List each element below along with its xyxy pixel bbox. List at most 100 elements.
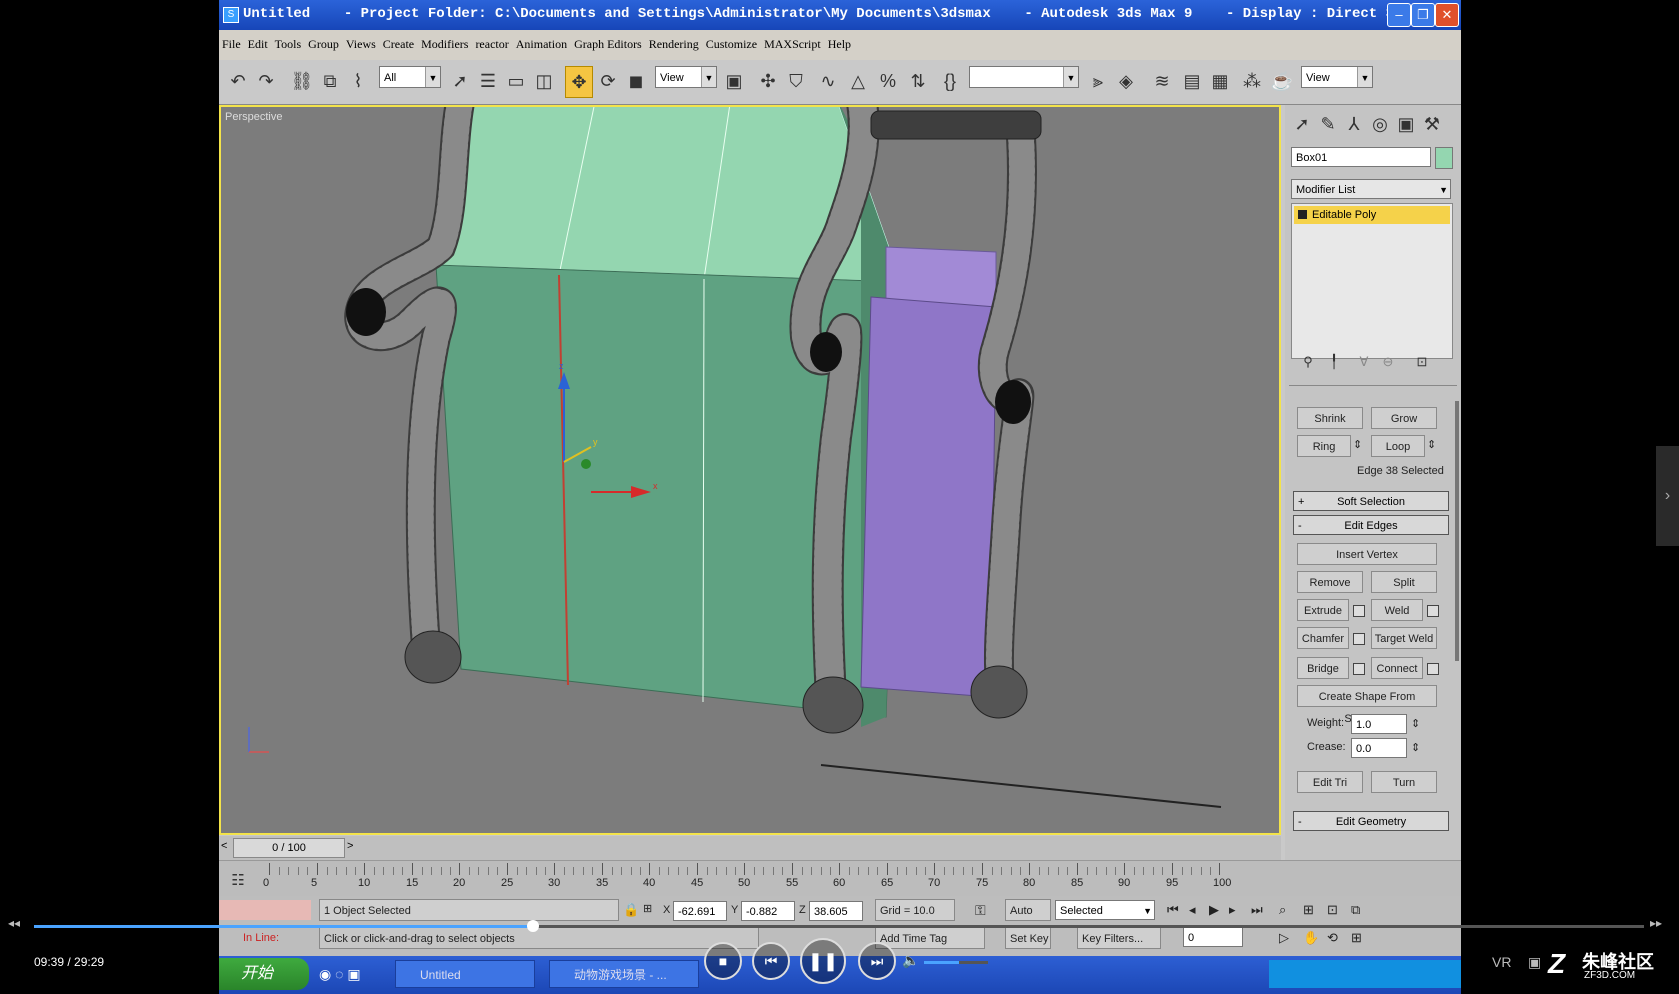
menu-animation[interactable]: Animation bbox=[516, 37, 567, 52]
absolute-mode-icon[interactable]: ⊞ bbox=[643, 902, 652, 915]
bridge-settings-icon[interactable] bbox=[1353, 663, 1365, 675]
motion-tab-icon[interactable]: ◎ bbox=[1367, 109, 1393, 139]
minimize-button[interactable]: – bbox=[1387, 3, 1411, 27]
snap-toggle-icon[interactable]: ∿ bbox=[815, 66, 841, 96]
soft-selection-rollout[interactable]: + Soft Selection bbox=[1293, 491, 1449, 511]
panel-scrollbar[interactable] bbox=[1455, 401, 1459, 661]
select-link-icon[interactable]: ⛓ bbox=[289, 66, 315, 96]
stack-expand-icon[interactable] bbox=[1298, 210, 1307, 219]
menu-maxscript[interactable]: MAXScript bbox=[764, 37, 821, 52]
menu-customize[interactable]: Customize bbox=[706, 37, 757, 52]
go-to-start-icon[interactable]: ⏮ bbox=[1167, 902, 1179, 918]
crease-spinner-icon[interactable]: ⇕ bbox=[1411, 741, 1420, 754]
connect-button[interactable]: Connect bbox=[1371, 657, 1423, 679]
spinner-snap-icon[interactable]: ⇅ bbox=[905, 66, 931, 96]
chamfer-settings-icon[interactable] bbox=[1353, 633, 1365, 645]
menu-group[interactable]: Group bbox=[308, 37, 339, 52]
edit-edges-rollout[interactable]: - Edit Edges bbox=[1293, 515, 1449, 535]
mini-curve-editor-icon[interactable]: ☷ bbox=[225, 865, 251, 895]
weld-button[interactable]: Weld bbox=[1371, 599, 1423, 621]
stop-button[interactable]: ■ bbox=[704, 942, 742, 980]
play-icon[interactable]: ▶ bbox=[1209, 902, 1219, 918]
ring-button[interactable]: Ring bbox=[1297, 435, 1351, 457]
auto-key-button[interactable]: Auto Key bbox=[1005, 899, 1051, 939]
maximize-viewport-icon[interactable]: ⊞ bbox=[1351, 930, 1362, 946]
key-filters-button[interactable]: Key Filters... bbox=[1077, 927, 1161, 949]
perspective-viewport[interactable]: z x y Perspective bbox=[219, 105, 1281, 835]
taskbar-item-untitled[interactable]: Untitled bbox=[395, 960, 535, 988]
render-scene-icon[interactable]: ☕ bbox=[1269, 66, 1295, 96]
shrink-button[interactable]: Shrink bbox=[1297, 407, 1363, 429]
connect-settings-icon[interactable] bbox=[1427, 663, 1439, 675]
menu-rendering[interactable]: Rendering bbox=[649, 37, 699, 52]
menu-reactor[interactable]: reactor bbox=[475, 37, 508, 52]
volume-icon[interactable]: 🔈 bbox=[902, 952, 919, 969]
rect-selection-icon[interactable]: ▭ bbox=[503, 66, 529, 96]
orbit-icon[interactable]: ⟲ bbox=[1327, 930, 1338, 946]
frame-indicator[interactable]: 0 / 100 bbox=[233, 838, 345, 858]
viewport-label[interactable]: Perspective bbox=[225, 111, 282, 123]
create-tab-icon[interactable]: ➚ bbox=[1289, 109, 1315, 139]
pin-stack-icon[interactable]: ⚲ bbox=[1295, 347, 1321, 377]
fov-icon[interactable]: ▷ bbox=[1279, 930, 1289, 946]
z-coordinate-field[interactable]: 38.605 bbox=[809, 901, 863, 921]
select-by-name-icon[interactable]: ☰ bbox=[475, 66, 501, 96]
reference-coord-dropdown[interactable]: View ▼ bbox=[655, 66, 717, 88]
menu-views[interactable]: Views bbox=[346, 37, 376, 52]
insert-vertex-button[interactable]: Insert Vertex bbox=[1297, 543, 1437, 565]
weld-settings-icon[interactable] bbox=[1427, 605, 1439, 617]
previous-button[interactable]: ⏮ bbox=[752, 942, 790, 980]
vr-button[interactable]: VR bbox=[1492, 954, 1511, 970]
hierarchy-tab-icon[interactable]: ⅄ bbox=[1341, 109, 1367, 139]
align-icon[interactable]: ◈ bbox=[1113, 66, 1139, 96]
menu-help[interactable]: Help bbox=[828, 37, 851, 52]
modify-tab-icon[interactable]: ✎ bbox=[1315, 109, 1341, 139]
modifier-list-dropdown[interactable]: Modifier List ▼ bbox=[1291, 179, 1451, 199]
menu-graph-editors[interactable]: Graph Editors bbox=[574, 37, 642, 52]
remove-button[interactable]: Remove bbox=[1297, 571, 1363, 593]
next-frame-icon[interactable]: ▸ bbox=[1229, 902, 1236, 918]
ring-spinner-icon[interactable]: ⇕ bbox=[1353, 438, 1362, 451]
select-object-icon[interactable]: ➚ bbox=[447, 66, 473, 96]
material-editor-icon[interactable]: ⁂ bbox=[1239, 66, 1265, 96]
loop-spinner-icon[interactable]: ⇕ bbox=[1427, 438, 1436, 451]
current-frame-field[interactable]: 0 bbox=[1183, 927, 1243, 947]
side-panel-toggle[interactable]: › bbox=[1656, 446, 1679, 546]
y-coordinate-field[interactable]: -0.882 bbox=[741, 901, 795, 921]
key-mode-dropdown[interactable]: Selected ▼ bbox=[1055, 900, 1155, 920]
loop-button[interactable]: Loop bbox=[1371, 435, 1425, 457]
crease-field[interactable]: 0.0 bbox=[1351, 738, 1407, 758]
configure-sets-icon[interactable]: ⊡ bbox=[1409, 347, 1435, 377]
object-name-field[interactable]: Box01 bbox=[1291, 147, 1431, 167]
go-to-end-icon[interactable]: ⏭ bbox=[1251, 902, 1263, 918]
edit-named-selection-icon[interactable]: {} bbox=[937, 66, 963, 96]
pivot-center-icon[interactable]: ▣ bbox=[721, 66, 747, 96]
selection-filter-dropdown[interactable]: All ▼ bbox=[379, 66, 441, 88]
zoom-all-icon[interactable]: ⊞ bbox=[1303, 902, 1314, 918]
rotate-icon[interactable]: ⟳ bbox=[595, 66, 621, 96]
angle-snap-icon[interactable]: △ bbox=[845, 66, 871, 96]
menu-modifiers[interactable]: Modifiers bbox=[421, 37, 468, 52]
progress-knob[interactable] bbox=[527, 920, 540, 932]
add-time-tag[interactable]: Add Time Tag bbox=[875, 927, 985, 949]
render-type-dropdown[interactable]: View ▼ bbox=[1301, 66, 1373, 88]
target-weld-button[interactable]: Target Weld bbox=[1371, 627, 1437, 649]
keyboard-shortcut-icon[interactable]: ⛉ bbox=[783, 66, 809, 96]
pip-icon[interactable]: ▣ bbox=[1528, 954, 1541, 971]
track-bar[interactable]: ☷ 0 5 10 15 20 25 30 35 40 45 50 55 60 65 70 75 80 85 90 95… bbox=[219, 860, 1461, 897]
zoom-icon[interactable]: ⌕ bbox=[1279, 902, 1286, 918]
weight-field[interactable]: 1.0 bbox=[1351, 714, 1407, 734]
key-icon[interactable]: ⚿ bbox=[975, 902, 986, 919]
edit-geometry-rollout[interactable]: - Edit Geometry bbox=[1293, 811, 1449, 831]
chamfer-button[interactable]: Chamfer bbox=[1297, 627, 1349, 649]
extrude-button[interactable]: Extrude bbox=[1297, 599, 1349, 621]
playback-progress-bar[interactable] bbox=[34, 920, 1644, 932]
menu-file[interactable]: File bbox=[222, 37, 241, 52]
player-rewind-icon[interactable]: ◂◂ bbox=[8, 916, 20, 930]
grow-button[interactable]: Grow bbox=[1371, 407, 1437, 429]
maxscript-mini-listener[interactable] bbox=[219, 900, 311, 920]
menu-create[interactable]: Create bbox=[383, 37, 414, 52]
set-key-button[interactable]: Set Key bbox=[1005, 927, 1051, 949]
previous-frame-icon[interactable]: ◂ bbox=[1189, 902, 1196, 918]
lock-icon[interactable]: 🔒 bbox=[623, 902, 639, 918]
